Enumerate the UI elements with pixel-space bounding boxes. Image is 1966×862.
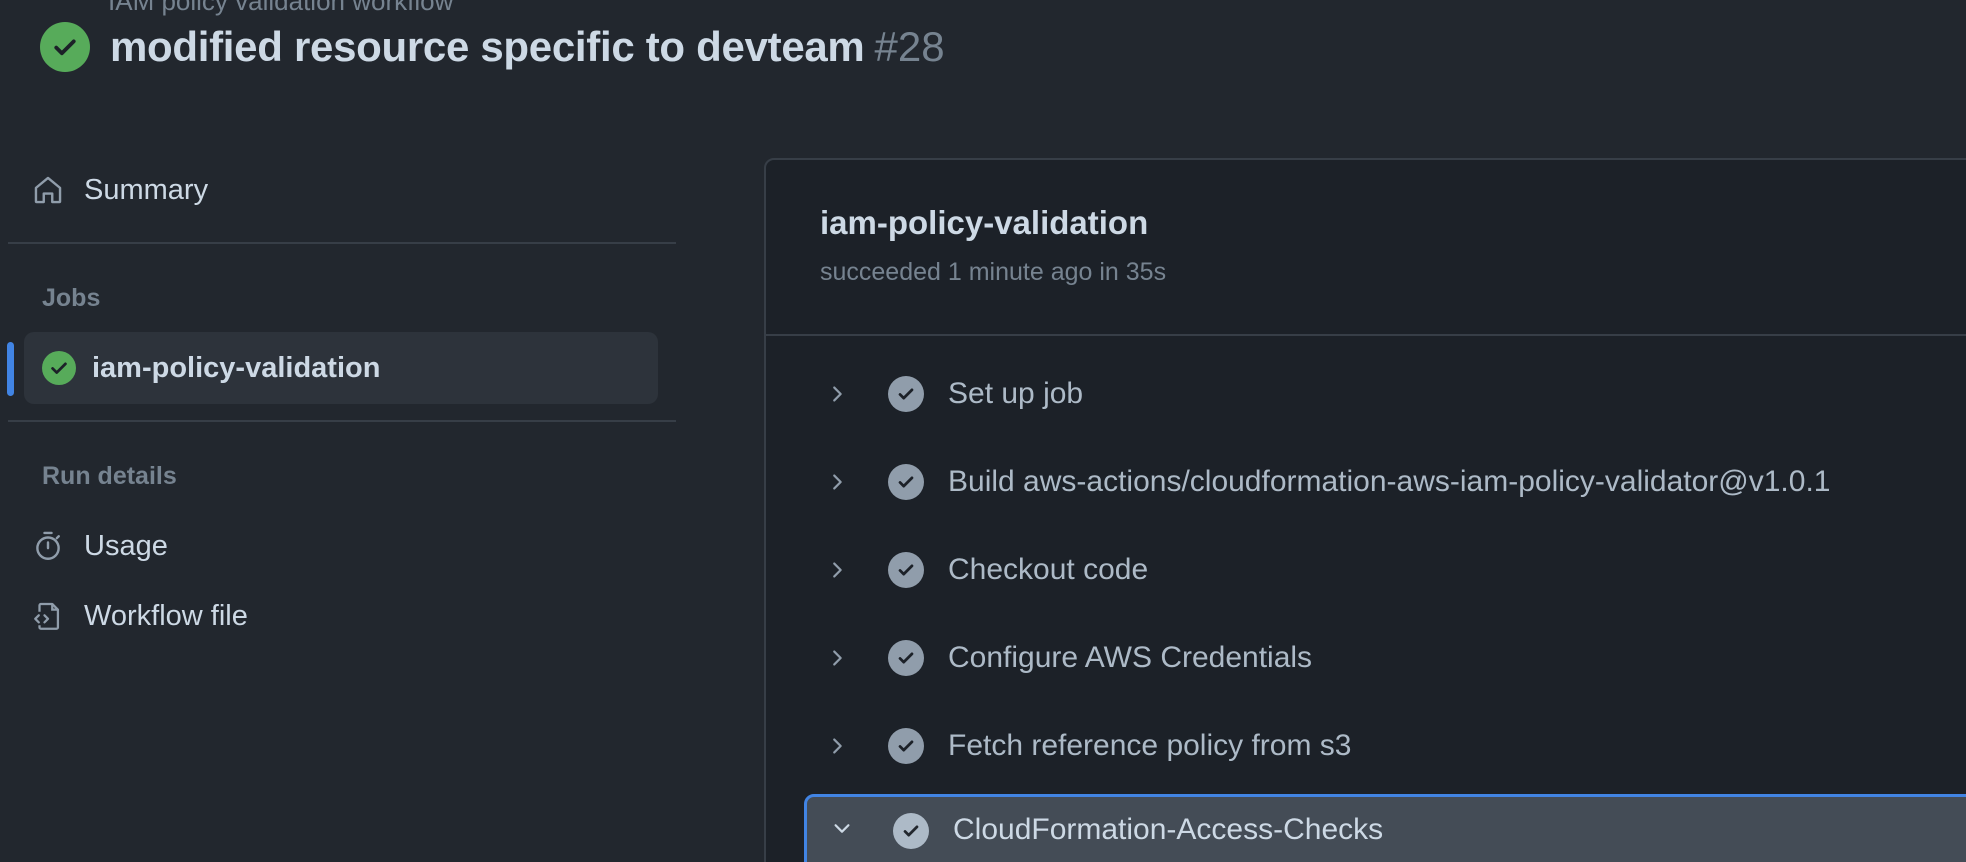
divider [766,334,1966,336]
chevron-right-icon [822,731,852,761]
file-code-icon [30,598,66,634]
job-status-text: succeeded 1 minute ago in 35s [820,258,1167,286]
sidebar-item-job[interactable]: iam-policy-validation [24,332,658,404]
sidebar-item-label: Workflow file [84,599,248,632]
sidebar-item-usage[interactable]: Usage [30,518,658,574]
step-label: Checkout code [948,553,1149,586]
divider [8,420,676,422]
sidebar-item-workflow-file[interactable]: Workflow file [30,588,658,644]
run-number: #28 [874,23,945,70]
step-label: Set up job [948,377,1084,410]
step-row[interactable]: Checkout code [822,538,1966,602]
step-label: Fetch reference policy from s3 [948,729,1352,762]
step-row[interactable]: Set up job [822,362,1966,426]
step-row-expanded[interactable]: CloudFormation-Access-Checks [804,794,1966,862]
step-label: Build aws-actions/cloudformation-aws-iam… [948,465,1831,498]
active-indicator [7,342,14,396]
job-panel: iam-policy-validation succeeded 1 minute… [764,158,1966,862]
home-icon [30,172,66,208]
sidebar-item-summary[interactable]: Summary [30,162,658,218]
sidebar-item-label: Summary [84,173,209,206]
divider [8,242,676,244]
check-circle-icon [893,813,929,849]
breadcrumb[interactable]: IAM policy validation workflow [108,0,453,17]
chevron-right-icon [822,555,852,585]
chevron-down-icon [827,813,857,843]
job-title: iam-policy-validation [820,204,1149,241]
job-label: iam-policy-validation [92,351,381,384]
check-circle-icon [888,552,924,588]
workflow-run-page: IAM policy validation workflow modified … [0,0,1966,862]
success-check-icon [42,351,76,385]
step-label: Configure AWS Credentials [948,641,1313,674]
step-label: CloudFormation-Access-Checks [953,813,1384,846]
stopwatch-icon [30,528,66,564]
sidebar-item-label: Usage [84,529,168,562]
success-check-icon [40,22,90,72]
run-details-heading: Run details [42,462,177,490]
jobs-heading: Jobs [42,284,101,312]
step-row[interactable]: Fetch reference policy from s3 [822,714,1966,778]
run-title: modified resource specific to devteam [110,23,865,70]
run-header: modified resource specific to devteam #28 [40,22,945,72]
chevron-right-icon [822,467,852,497]
chevron-right-icon [822,643,852,673]
step-row[interactable]: Configure AWS Credentials [822,626,1966,690]
chevron-right-icon [822,379,852,409]
check-circle-icon [888,376,924,412]
step-row[interactable]: Build aws-actions/cloudformation-aws-iam… [822,450,1966,514]
check-circle-icon [888,640,924,676]
check-circle-icon [888,464,924,500]
check-circle-icon [888,728,924,764]
